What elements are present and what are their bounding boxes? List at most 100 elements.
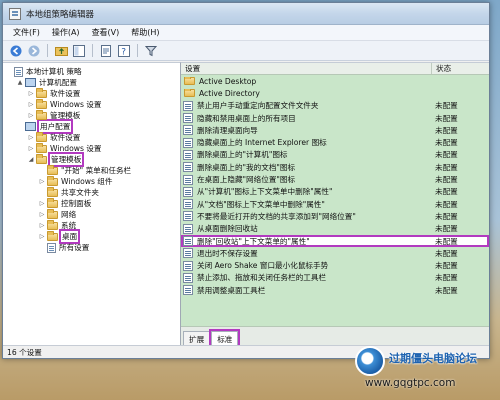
setting-row[interactable]: 删除桌面上的"我的文档"图标 未配置 — [181, 161, 489, 173]
setting-row[interactable]: 退出时不保存设置 未配置 — [181, 247, 489, 259]
help-button[interactable]: ? — [117, 44, 131, 58]
setting-row[interactable]: 关闭 Aero Shake 窗口最小化鼠标手势 未配置 — [181, 259, 489, 271]
setting-row[interactable]: 不要将最近打开的文档的共享添加到"网络位置" 未配置 — [181, 210, 489, 222]
menu-file[interactable]: 文件(F) — [7, 27, 46, 38]
folder-icon — [36, 131, 47, 142]
setting-row[interactable]: Active Desktop — [181, 75, 489, 87]
tree-item[interactable]: ▷ 控制面板 — [3, 197, 180, 209]
tree-expander-icon[interactable]: ▷ — [27, 112, 35, 119]
show-hide-tree-button[interactable] — [72, 44, 86, 58]
setting-name: 从"文档"图标上下文菜单中删除"属性" — [197, 199, 325, 209]
tree-item[interactable]: ▷ 系统 — [3, 219, 180, 231]
setting-icon — [183, 113, 193, 124]
watermark-title: 过期僵头电脑论坛 — [389, 352, 477, 365]
tree-item[interactable]: ◢ 管理模板 — [3, 152, 180, 167]
tree-expander-icon[interactable]: ▷ — [38, 211, 46, 218]
settings-list: Active Desktop Active Directory 禁止用户手动重定向配… — [181, 75, 489, 296]
setting-row[interactable]: 禁止添加、拖放和关闭任务栏的工具栏 未配置 — [181, 272, 489, 284]
setting-state: 未配置 — [435, 175, 458, 185]
user-icon — [25, 122, 36, 131]
setting-icon — [183, 137, 193, 148]
tree-item-label: 桌面 — [58, 229, 81, 244]
view-tabs: 扩展 标准 — [181, 326, 489, 348]
tree-item[interactable]: 共享文件夹 — [3, 186, 180, 198]
tree-item-label: 计算机配置 — [39, 78, 77, 87]
setting-name: 删除"回收站"上下文菜单的"属性" — [197, 236, 310, 246]
setting-name-cell: 退出时不保存设置 — [181, 248, 431, 259]
tree-expander-icon[interactable]: ▷ — [27, 90, 35, 97]
toolbar-separator — [47, 44, 48, 57]
setting-row[interactable]: 删除桌面上的"计算机"图标 未配置 — [181, 149, 489, 161]
setting-row[interactable]: 从"计算机"图标上下文菜单中删除"属性" 未配置 — [181, 186, 489, 198]
tree-item[interactable]: 本地计算机 策略 — [3, 66, 180, 77]
setting-name: 退出时不保存设置 — [197, 248, 258, 258]
tab-extended[interactable]: 扩展 — [183, 331, 211, 346]
tree-item[interactable]: "开始" 菜单和任务栏 — [3, 164, 180, 176]
setting-row[interactable]: 从"文档"图标上下文菜单中删除"属性" 未配置 — [181, 198, 489, 210]
setting-row[interactable]: 隐藏和禁用桌面上的所有项目 未配置 — [181, 112, 489, 124]
column-state-header[interactable]: 状态 — [431, 63, 489, 74]
tree-expander-icon[interactable]: ▲ — [16, 79, 24, 86]
export-list-button[interactable] — [99, 44, 113, 58]
tree-expander-icon[interactable]: ▷ — [38, 233, 46, 240]
tree-item[interactable]: ▷ 管理模板 — [3, 109, 180, 121]
help-icon: ? — [118, 44, 130, 57]
menu-help[interactable]: 帮助(H) — [125, 27, 165, 38]
list-header: 设置 状态 — [181, 63, 489, 75]
tree-item[interactable]: ▲ 计算机配置 — [3, 77, 180, 88]
setting-name: 隐藏桌面上的 Internet Explorer 图标 — [197, 138, 327, 148]
setting-row[interactable]: 在桌面上隐藏"网络位置"图标 未配置 — [181, 173, 489, 185]
setting-name-cell: 删除清理桌面向导 — [181, 125, 431, 136]
forward-button[interactable] — [27, 44, 41, 58]
menu-view[interactable]: 查看(V) — [86, 27, 126, 38]
export-icon — [101, 44, 111, 57]
tree-item-label: 软件设置 — [50, 89, 81, 98]
tree-item[interactable]: ▷ 网络 — [3, 208, 180, 220]
tree-expander-icon[interactable]: ▷ — [27, 101, 35, 108]
title-bar[interactable]: 本地组策略编辑器 — [3, 3, 489, 25]
tree-expander-icon[interactable]: ▷ — [38, 178, 46, 185]
tree-expander-icon[interactable]: ◢ — [27, 156, 35, 163]
setting-row[interactable]: Active Directory — [181, 87, 489, 99]
setting-row[interactable]: 删除"回收站"上下文菜单的"属性" 未配置 — [181, 234, 489, 248]
tree-expander-icon[interactable]: ▷ — [38, 200, 46, 207]
setting-name: Active Desktop — [199, 76, 257, 86]
up-folder-button[interactable] — [54, 44, 68, 58]
tree-item[interactable]: 用户配置 — [3, 119, 180, 134]
setting-name: 从"计算机"图标上下文菜单中删除"属性" — [197, 187, 333, 197]
back-button[interactable] — [9, 44, 23, 58]
setting-row[interactable]: 删除清理桌面向导 未配置 — [181, 124, 489, 136]
setting-row[interactable]: 禁用调整桌面工具栏 未配置 — [181, 284, 489, 296]
folder-icon — [47, 197, 58, 208]
tree-item[interactable]: ▷ 桌面 — [3, 229, 180, 244]
tree-expander-icon[interactable]: ▷ — [27, 145, 35, 152]
setting-name-cell: 禁止添加、拖放和关闭任务栏的工具栏 — [181, 272, 431, 283]
console-tree[interactable]: 本地计算机 策略 ▲ 计算机配置 ▷ 软件设置 ▷ Windows 设置 ▷ 管理模板 用户配置 ▷… — [3, 62, 181, 346]
setting-row[interactable]: 隐藏桌面上的 Internet Explorer 图标 未配置 — [181, 136, 489, 148]
tree-item[interactable]: ▷ 软件设置 — [3, 131, 180, 143]
tree-item[interactable]: 所有设置 — [3, 242, 180, 253]
setting-name-cell: 隐藏桌面上的 Internet Explorer 图标 — [181, 137, 431, 148]
setting-name-cell: 从"文档"图标上下文菜单中删除"属性" — [181, 199, 431, 210]
tree-expander-icon[interactable]: ▷ — [38, 222, 46, 229]
filter-button[interactable] — [144, 44, 158, 58]
setting-name: 从桌面删除回收站 — [197, 224, 258, 234]
tree-item[interactable]: ▷ Windows 设置 — [3, 98, 180, 110]
console-tree-icon — [73, 44, 85, 57]
menu-action[interactable]: 操作(A) — [46, 27, 86, 38]
tree-item[interactable]: ▷ 软件设置 — [3, 87, 180, 99]
setting-icon — [183, 162, 193, 173]
column-setting-header[interactable]: 设置 — [181, 63, 431, 74]
tree-item-label: 本地计算机 策略 — [26, 67, 82, 76]
folder-up-icon — [54, 47, 68, 56]
tree-item[interactable]: ▷ Windows 组件 — [3, 175, 180, 187]
setting-state: 未配置 — [435, 224, 458, 234]
tree-item-label: 管理模板 — [47, 152, 85, 167]
tree-item[interactable]: ▷ Windows 设置 — [3, 142, 180, 154]
window-title: 本地组策略编辑器 — [26, 9, 95, 20]
setting-row[interactable]: 从桌面删除回收站 未配置 — [181, 223, 489, 235]
site-watermark: 过期僵头电脑论坛 www.gqgtpc.com — [355, 344, 495, 394]
tree-expander-icon[interactable]: ▷ — [27, 134, 35, 141]
setting-row[interactable]: 禁止用户手动重定向配置文件文件夹 未配置 — [181, 100, 489, 112]
tab-standard[interactable]: 标准 — [209, 329, 241, 348]
